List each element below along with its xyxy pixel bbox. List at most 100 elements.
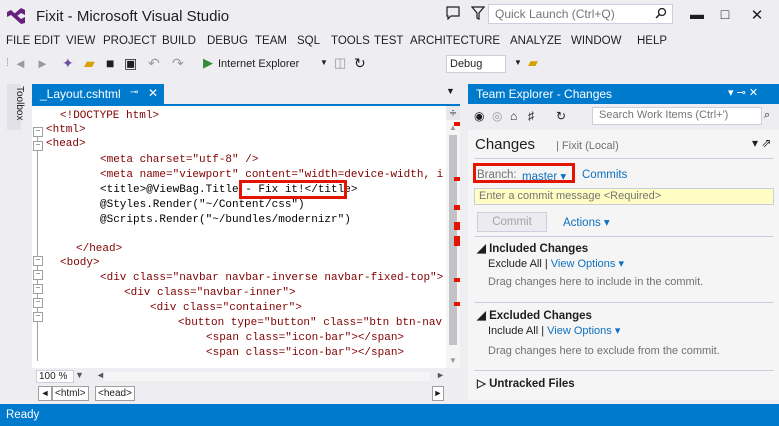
divider: [474, 158, 774, 159]
chevron-down-icon: ▾: [603, 217, 610, 229]
collapse-icon: ◢: [477, 243, 486, 255]
breadcrumb-forward-icon[interactable]: ►: [432, 386, 444, 401]
configuration-dropdown-icon[interactable]: ▼: [514, 58, 522, 67]
menu-help[interactable]: HELP: [637, 35, 667, 47]
included-changes-actions: Exclude All | View Options ▾: [488, 258, 624, 270]
changes-page-title[interactable]: Changes: [475, 136, 535, 153]
menu-sql[interactable]: SQL: [297, 35, 320, 47]
commit-button[interactable]: Commit: [477, 212, 547, 232]
breadcrumb-head[interactable]: <head>: [95, 386, 135, 401]
fold-toggle-head[interactable]: −: [33, 141, 43, 151]
toolbar-grip-icon: ⁞: [6, 57, 10, 69]
fold-toggle-html[interactable]: −: [33, 127, 43, 137]
search-icon[interactable]: ⌕: [764, 109, 770, 122]
menu-view[interactable]: VIEW: [66, 35, 95, 47]
browser-dropdown-icon[interactable]: ▼: [320, 58, 328, 67]
panel-controls[interactable]: ▾ ⊸ ✕: [728, 86, 758, 99]
include-all-link[interactable]: Include All: [488, 325, 538, 337]
fold-toggle-button[interactable]: −: [33, 312, 43, 322]
undo-icon[interactable]: ↶: [148, 55, 160, 72]
exclude-all-link[interactable]: Exclude All: [488, 258, 542, 270]
work-items-search-input[interactable]: [599, 109, 739, 121]
fold-toggle-body[interactable]: −: [33, 256, 43, 266]
included-changes-header[interactable]: ◢ Included Changes: [477, 241, 588, 255]
change-marker: [454, 177, 460, 181]
work-items-search[interactable]: [592, 107, 762, 125]
quick-launch-box[interactable]: [488, 4, 673, 24]
menu-test[interactable]: TEST: [374, 35, 403, 47]
horizontal-scrollbar[interactable]: [104, 372, 430, 381]
pin-icon[interactable]: ⊸: [130, 87, 138, 98]
actions-menu[interactable]: Actions ▾: [563, 215, 610, 229]
code-line-12: <div class="navbar navbar-inverse navbar…: [100, 272, 444, 284]
untracked-files-header[interactable]: ▷ Untracked Files: [477, 376, 575, 390]
feedback-filter-icon[interactable]: [471, 6, 485, 20]
save-all-icon[interactable]: ▣: [124, 55, 137, 72]
standard-toolbar: ⁞ ◄ ► ✦ ▰ ■ ▣ ↶ ↷ ▶ Internet Explorer ▼ …: [0, 53, 779, 77]
split-window-icon[interactable]: ÷: [446, 106, 460, 120]
menu-team[interactable]: TEAM: [255, 35, 287, 47]
maximize-button[interactable]: □: [714, 6, 736, 24]
back-icon[interactable]: ◄: [14, 56, 27, 71]
menu-debug[interactable]: DEBUG: [207, 35, 248, 47]
open-file-icon[interactable]: ▰: [84, 55, 95, 72]
code-line-16: <span class="icon-bar"></span>: [206, 332, 405, 344]
solution-configuration-select[interactable]: Debug: [446, 55, 506, 73]
code-line-11: <body>: [60, 257, 100, 269]
refresh-icon[interactable]: ↻: [354, 55, 366, 72]
title-highlight-box: [239, 180, 347, 199]
menu-build[interactable]: BUILD: [162, 35, 196, 47]
back-icon[interactable]: ◉: [474, 109, 484, 123]
excluded-changes-header[interactable]: ◢ Excluded Changes: [477, 308, 592, 322]
forward-icon[interactable]: ◎: [492, 109, 502, 123]
fold-toggle-navbar[interactable]: −: [33, 270, 43, 280]
fold-toggle-container[interactable]: −: [33, 298, 43, 308]
browser-link-icon[interactable]: ◫: [334, 55, 346, 71]
included-changes-title: Included Changes: [489, 243, 589, 255]
redo-icon[interactable]: ↷: [172, 55, 184, 72]
menu-project[interactable]: PROJECT: [103, 35, 157, 47]
new-project-icon[interactable]: ✦: [62, 55, 74, 72]
commit-message-field[interactable]: [474, 188, 774, 205]
menu-window[interactable]: WINDOW: [571, 35, 621, 47]
change-marker: [454, 222, 460, 230]
forward-icon[interactable]: ►: [36, 56, 49, 71]
editor-dropdown-icon[interactable]: ▼: [446, 86, 455, 96]
menu-architecture[interactable]: ARCHITECTURE: [410, 35, 500, 47]
scroll-down-icon[interactable]: ▼: [449, 356, 457, 365]
code-editor[interactable]: − − − − − − − <!DOCTYPE html> <html> <he…: [32, 106, 460, 368]
home-icon[interactable]: ⌂: [510, 109, 517, 123]
menu-edit[interactable]: EDIT: [34, 35, 60, 47]
close-button[interactable]: ✕: [746, 6, 768, 24]
change-marker: [454, 302, 460, 306]
breadcrumb-html[interactable]: <html>: [52, 386, 89, 401]
scroll-right-icon[interactable]: ►: [436, 370, 445, 380]
breadcrumb-back-icon[interactable]: ◄: [38, 386, 52, 401]
connect-icon[interactable]: ♯: [528, 109, 534, 123]
commits-link[interactable]: Commits: [582, 169, 627, 181]
page-menu-icon[interactable]: ▾ ⇗: [752, 136, 771, 150]
refresh-icon[interactable]: ↻: [556, 109, 566, 123]
menu-tools[interactable]: TOOLS: [331, 35, 370, 47]
zoom-dropdown-icon[interactable]: ▼: [75, 370, 84, 380]
minimize-button[interactable]: ▬: [686, 6, 708, 24]
commit-message-input[interactable]: [479, 190, 759, 202]
close-tab-icon[interactable]: ✕: [148, 86, 158, 100]
fold-toggle-navbar-inner[interactable]: −: [33, 284, 43, 294]
menu-file[interactable]: FILE: [6, 35, 30, 47]
zoom-level-select[interactable]: 100 %: [36, 370, 74, 383]
editor-tab-layout[interactable]: _Layout.cshtml ⊸ ✕: [32, 84, 164, 104]
change-marker: [454, 236, 460, 246]
view-options-link[interactable]: View Options: [551, 258, 616, 270]
view-options-link[interactable]: View Options: [547, 325, 612, 337]
quick-launch-input[interactable]: [495, 7, 655, 21]
start-debugging-icon[interactable]: ▶: [203, 55, 213, 71]
save-icon[interactable]: ■: [106, 55, 114, 71]
toolbox-label: Toolbox: [14, 86, 25, 121]
find-in-files-icon[interactable]: ▰: [528, 55, 538, 71]
menu-analyze[interactable]: ANALYZE: [510, 35, 562, 47]
code-line-10: </head>: [76, 243, 123, 255]
browser-selector[interactable]: Internet Explorer: [218, 58, 299, 70]
notifications-icon[interactable]: [446, 6, 460, 20]
excluded-changes-actions: Include All | View Options ▾: [488, 325, 621, 337]
